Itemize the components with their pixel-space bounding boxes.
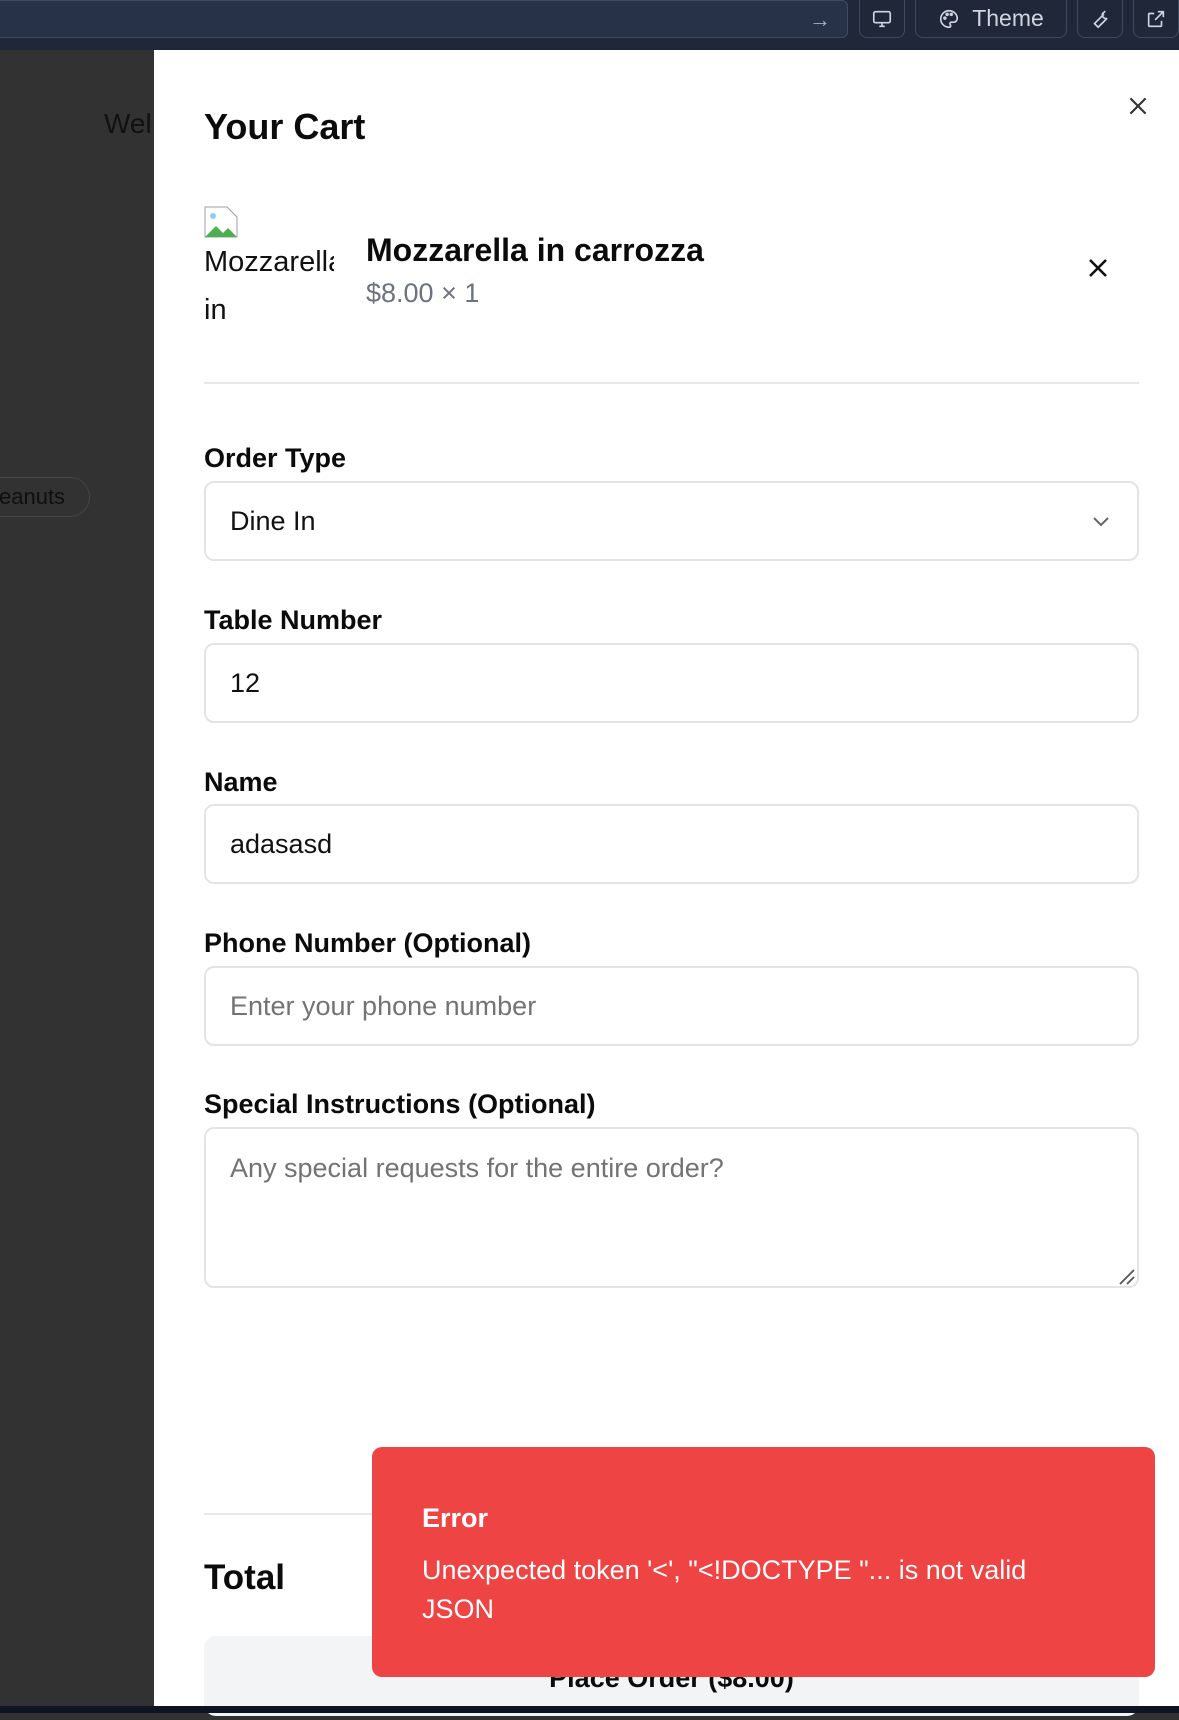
toast-title: Error [422,1503,489,1533]
arrow-right-icon[interactable]: → [809,7,831,33]
close-icon [1129,97,1147,115]
browser-toolbar: → Theme [0,0,1179,50]
name-label: Name [204,767,278,797]
table-number-label: Table Number [204,605,383,635]
error-toast[interactable]: Error Unexpected token '<', "<!DOCTYPE "… [372,1447,1155,1677]
tools-button[interactable] [1077,0,1123,38]
resize-grip-icon[interactable] [1116,1266,1136,1286]
theme-label: Theme [972,5,1044,31]
broken-image-icon [204,206,238,238]
wrench-icon [1093,9,1108,28]
order-type-label: Order Type [204,443,347,473]
address-bar[interactable]: → [0,0,848,38]
toast-message: Unexpected token '<', "<!DOCTYPE "... is… [422,1555,1027,1624]
table-number-input[interactable] [204,643,1139,723]
divider [204,382,1139,384]
external-link-icon [1147,10,1165,27]
cart-title: Your Cart [204,106,366,147]
background-page-heading: Wel [104,108,152,139]
palette-icon [940,9,959,28]
bottom-strip [0,1706,1179,1713]
background-filter-chip: eanuts [0,477,90,517]
cart-item-name: Mozzarella in carrozza [366,232,704,268]
instructions-label: Special Instructions (Optional) [204,1089,596,1119]
monitor-icon [872,10,892,27]
open-external-button[interactable] [1133,0,1179,38]
instructions-textarea[interactable] [204,1127,1139,1288]
order-type-select[interactable]: Dine In [204,481,1139,561]
remove-item-button[interactable] [1080,250,1116,286]
cart-item-price-qty: $8.00 × 1 [366,278,480,308]
cart-item-image-alt: Mozzarella in carrozza [204,246,334,326]
phone-label: Phone Number (Optional) [204,928,531,958]
chevron-down-icon [1093,517,1109,527]
close-drawer-button[interactable] [1116,84,1160,128]
name-input[interactable] [204,804,1139,884]
total-label: Total [204,1558,286,1597]
order-type-value: Dine In [230,505,316,536]
theme-button[interactable]: Theme [915,0,1067,38]
monitor-button[interactable] [859,0,905,38]
close-icon [1089,259,1107,277]
cart-item-image: Mozzarella in carrozza [204,206,334,326]
phone-input[interactable] [204,966,1139,1046]
